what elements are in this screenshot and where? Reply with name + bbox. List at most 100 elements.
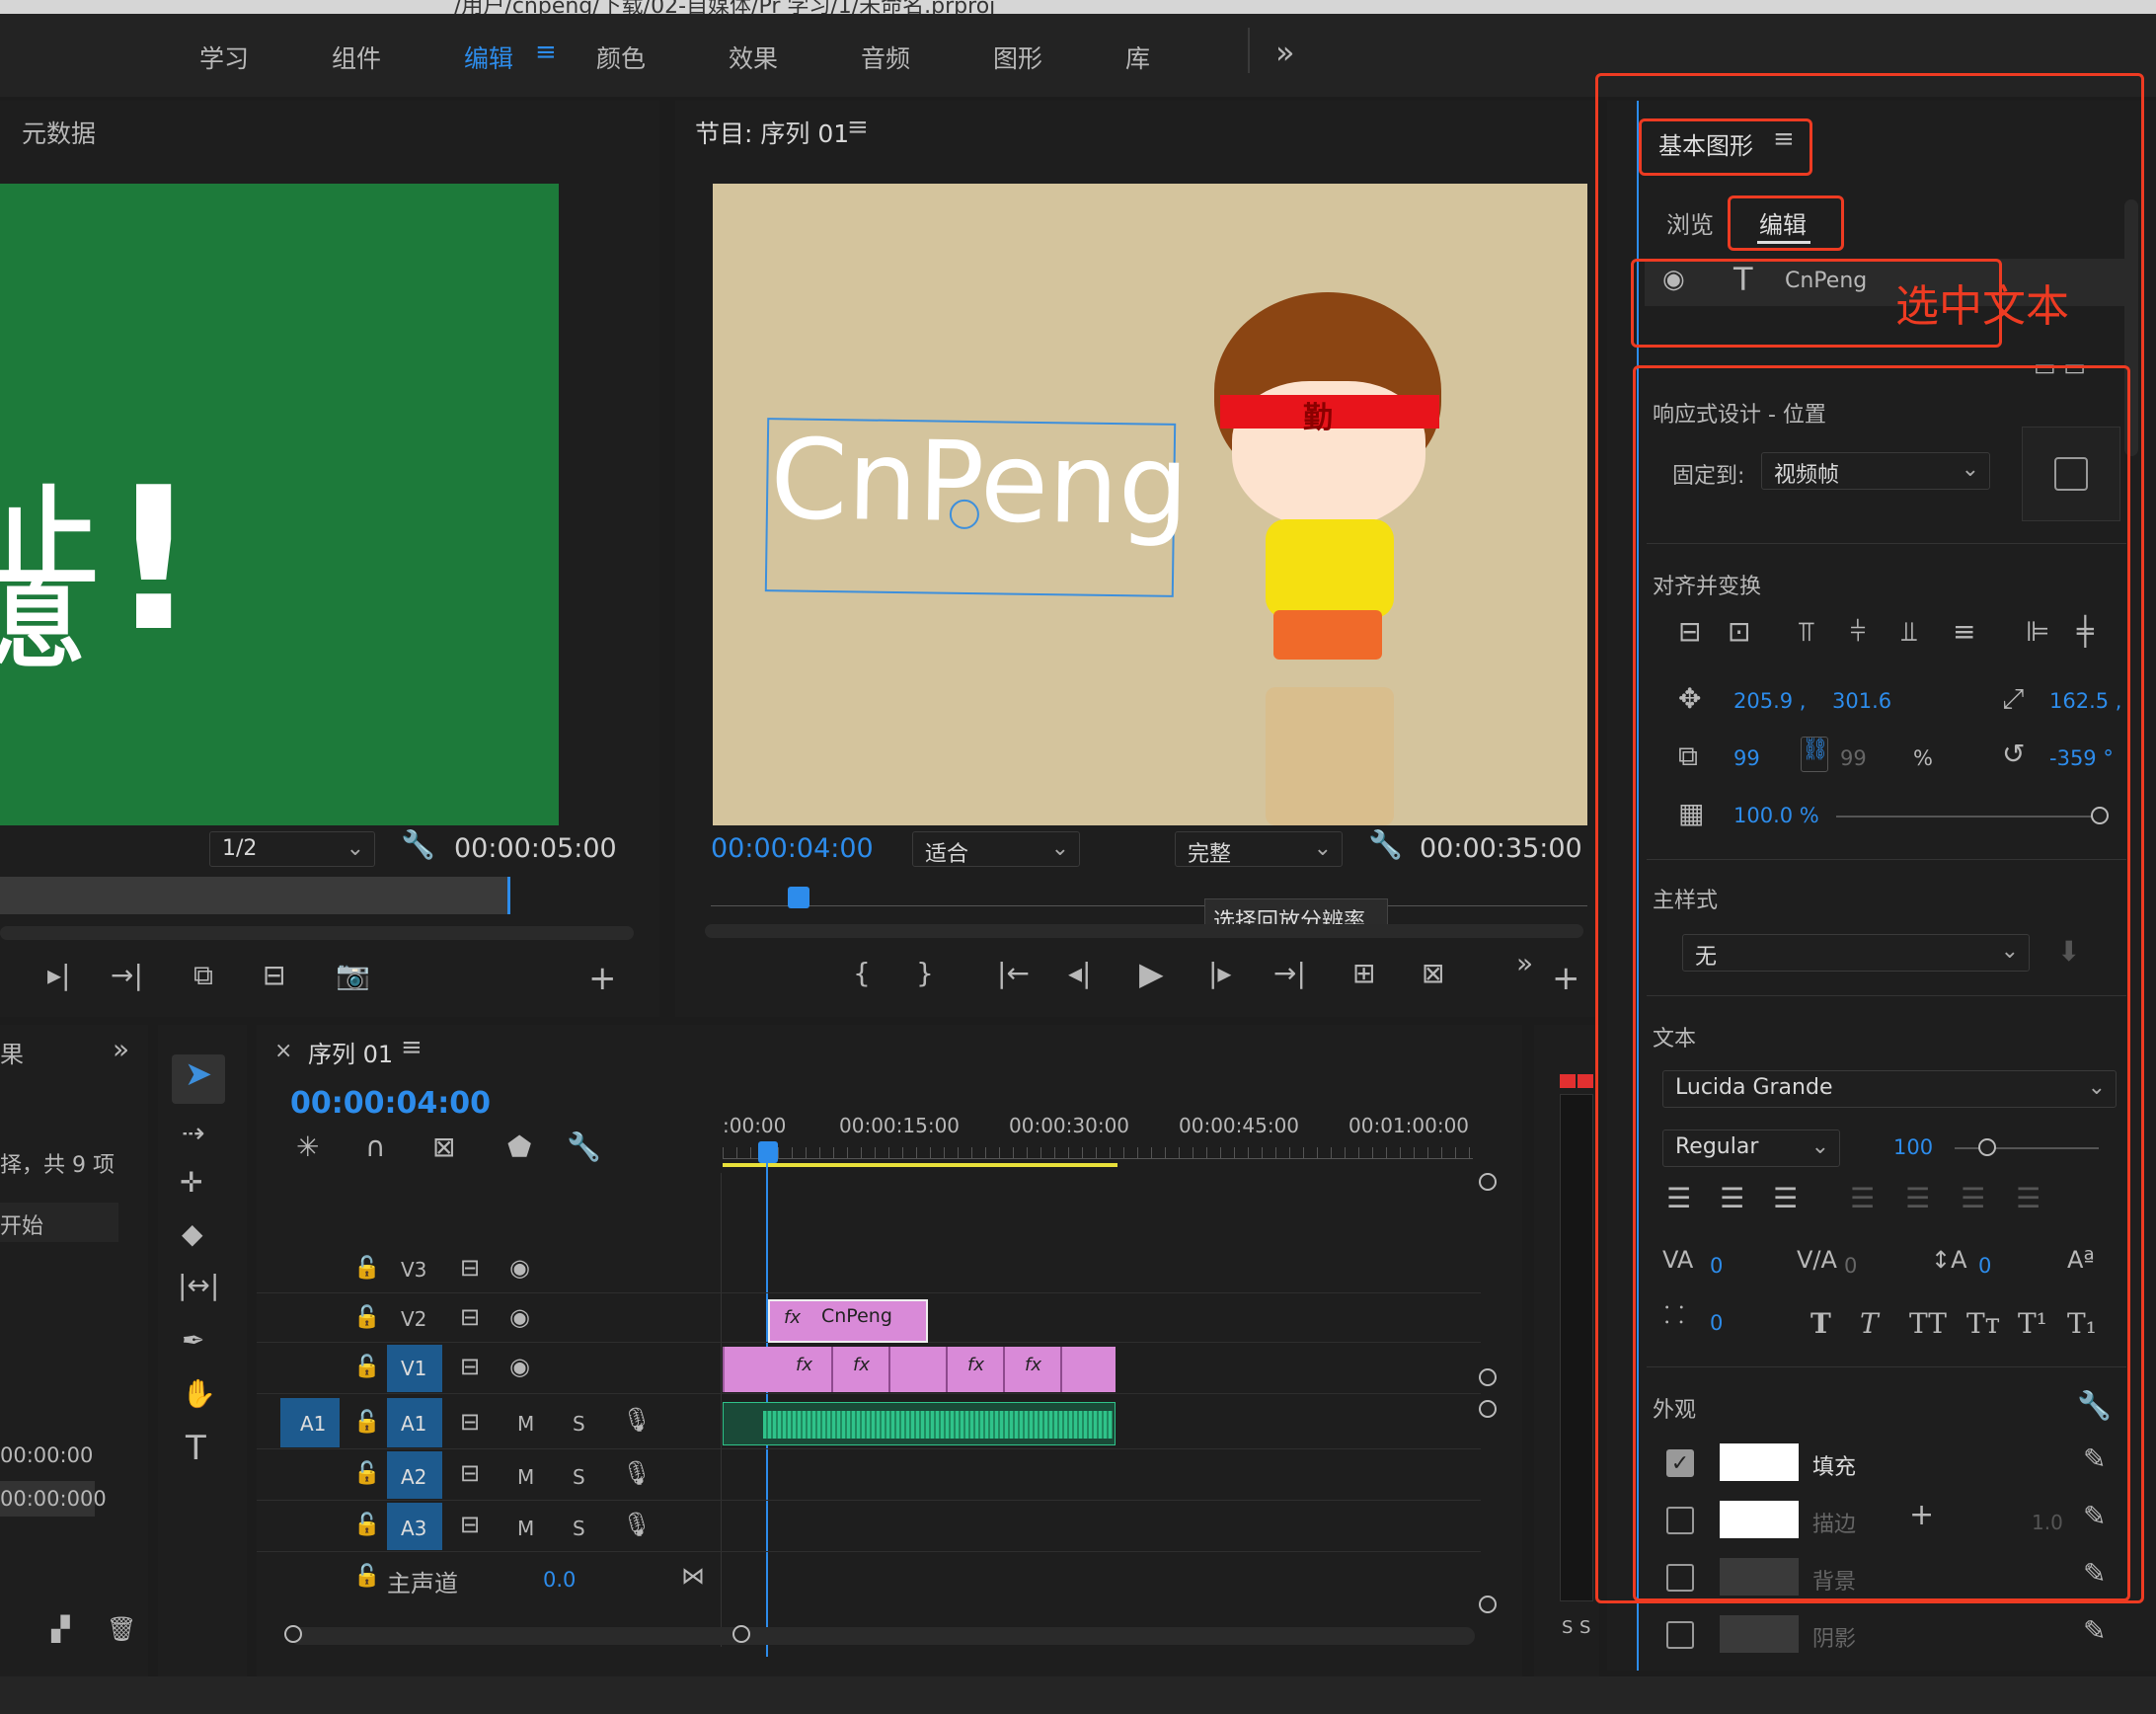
quality-select[interactable]: 完整 ⌄ — [1175, 831, 1343, 867]
track-label-a3[interactable]: A3 — [401, 1517, 426, 1540]
lock-icon[interactable]: 🔓 — [353, 1513, 380, 1537]
source-zoom-bar[interactable] — [0, 926, 634, 940]
wrench-icon[interactable]: 🔧 — [401, 831, 435, 859]
track-label-a1[interactable]: A1 — [401, 1412, 426, 1436]
linked-selection-icon[interactable]: ⊠ — [432, 1133, 455, 1161]
workspace-assembly[interactable]: 组件 — [332, 39, 381, 75]
lock-icon[interactable]: 🔓 — [353, 1410, 380, 1435]
mute-button[interactable]: M — [517, 1465, 534, 1489]
step-forward-icon[interactable]: ▸| — [47, 962, 71, 989]
lock-icon[interactable]: 🔓 — [353, 1564, 380, 1589]
row-start-2[interactable]: 00:00:000 — [0, 1487, 107, 1511]
program-tab[interactable]: 节目: 序列 01 — [695, 115, 849, 150]
add-button-icon[interactable]: + — [1552, 962, 1580, 995]
mic-icon[interactable]: 🎙 — [622, 1459, 652, 1487]
source-label-a1[interactable]: A1 — [300, 1412, 326, 1436]
lift-icon[interactable]: ⊞ — [1352, 960, 1375, 987]
eye-icon[interactable]: ◉ — [509, 1353, 530, 1380]
go-to-out-icon[interactable]: →| — [1273, 960, 1306, 987]
sync-lock-icon[interactable]: ⊟ — [460, 1254, 480, 1282]
more-controls-icon[interactable]: » — [1516, 950, 1533, 977]
solo-left[interactable]: S — [1562, 1617, 1573, 1638]
workspace-learn[interactable]: 学习 — [199, 39, 249, 75]
program-playhead[interactable] — [788, 887, 809, 908]
track-select-icon[interactable]: ⇢ — [182, 1120, 204, 1147]
sync-lock-icon[interactable]: ⊟ — [460, 1303, 480, 1331]
track-label-v2[interactable]: V2 — [401, 1307, 426, 1331]
type-tool-icon[interactable]: T — [186, 1432, 206, 1465]
mic-icon[interactable]: 🎙 — [622, 1406, 652, 1434]
program-zoom-bar[interactable] — [705, 924, 1583, 938]
workspace-graphics[interactable]: 图形 — [993, 39, 1042, 75]
go-to-in-icon[interactable]: |← — [997, 960, 1030, 987]
step-forward-icon[interactable]: |▸ — [1208, 960, 1232, 987]
master-volume[interactable]: 0.0 — [543, 1568, 576, 1592]
sequence-tab[interactable]: 序列 01 — [308, 1035, 393, 1069]
lock-icon[interactable]: 🔓 — [353, 1355, 380, 1379]
timeline-timecode[interactable]: 00:00:04:00 — [290, 1086, 491, 1121]
mute-button[interactable]: M — [517, 1517, 534, 1540]
mark-out-icon[interactable]: } — [916, 960, 934, 987]
new-bin-icon[interactable]: ▞ — [51, 1617, 69, 1641]
v-scroll-handle[interactable] — [1479, 1368, 1497, 1386]
track-label-v1[interactable]: V1 — [401, 1357, 426, 1380]
work-area-bar[interactable] — [723, 1163, 1117, 1167]
play-icon[interactable]: ▶ — [1139, 958, 1164, 989]
pen-icon[interactable]: ✒ — [182, 1327, 204, 1355]
source-scrubber[interactable] — [0, 877, 509, 914]
solo-button[interactable]: S — [573, 1412, 585, 1436]
more-workspaces-icon[interactable]: » — [1275, 34, 1295, 71]
panel-menu-icon[interactable]: ≡ — [401, 1033, 423, 1062]
text-clip[interactable]: fx CnPeng — [768, 1299, 928, 1343]
lock-icon[interactable]: 🔓 — [353, 1305, 380, 1330]
sync-lock-icon[interactable]: ⊟ — [460, 1511, 480, 1538]
solo-right[interactable]: S — [1579, 1617, 1590, 1638]
mic-icon[interactable]: 🎙 — [622, 1511, 652, 1538]
sync-lock-icon[interactable]: ⊟ — [460, 1459, 480, 1487]
fit-select[interactable]: 适合 ⌄ — [912, 831, 1080, 867]
source-timecode[interactable]: 00:00:05:00 — [454, 833, 617, 864]
insert-icon[interactable]: ⧉ — [193, 962, 213, 989]
scroll-handle-right[interactable] — [732, 1625, 750, 1643]
lock-icon[interactable]: 🔓 — [353, 1461, 380, 1486]
mute-button[interactable]: M — [517, 1412, 534, 1436]
wrench-icon[interactable]: 🔧 — [1368, 831, 1403, 859]
v-scroll-handle[interactable] — [1479, 1173, 1497, 1191]
sync-lock-icon[interactable]: ⊟ — [460, 1353, 480, 1380]
timeline-playhead-handle[interactable] — [758, 1141, 778, 1163]
workspace-effects[interactable]: 效果 — [729, 39, 778, 75]
close-tab-icon[interactable]: × — [274, 1039, 292, 1063]
lock-icon[interactable]: 🔓 — [353, 1256, 380, 1281]
source-resolution-select[interactable]: 1/2 ⌄ — [209, 831, 375, 867]
wrench-icon[interactable]: 🔧 — [567, 1133, 601, 1161]
trash-icon[interactable]: 🗑 — [107, 1617, 136, 1641]
more-panels-icon[interactable]: » — [113, 1033, 129, 1065]
v-scroll-handle[interactable] — [1479, 1400, 1497, 1418]
track-label-v3[interactable]: V3 — [401, 1258, 426, 1282]
metadata-tab[interactable]: 元数据 — [22, 115, 96, 150]
export-frame-icon[interactable]: 📷 — [336, 962, 370, 989]
program-timecode[interactable]: 00:00:04:00 — [711, 833, 874, 864]
snap-icon[interactable]: ✳ — [296, 1133, 319, 1161]
hand-icon[interactable]: ✋ — [182, 1380, 216, 1408]
workspace-color[interactable]: 颜色 — [596, 39, 646, 75]
shadow-color-swatch[interactable] — [1720, 1615, 1799, 1653]
workspace-menu-icon[interactable]: ≡ — [535, 38, 557, 67]
timeline-h-scrollbar[interactable] — [290, 1627, 1475, 1645]
workspace-editing[interactable]: 编辑 — [464, 39, 513, 75]
track-label-a2[interactable]: A2 — [401, 1465, 426, 1489]
ruler-ticks[interactable] — [723, 1147, 1473, 1159]
razor-icon[interactable]: ◆ — [182, 1220, 203, 1248]
workspace-audio[interactable]: 音频 — [861, 39, 910, 75]
shadow-checkbox[interactable] — [1666, 1621, 1694, 1649]
v-scroll-handle[interactable] — [1479, 1596, 1497, 1613]
source-playhead[interactable] — [507, 877, 510, 914]
solo-button[interactable]: S — [573, 1517, 585, 1540]
solo-button[interactable]: S — [573, 1465, 585, 1489]
slip-icon[interactable]: |↔| — [178, 1272, 219, 1299]
go-to-out-icon[interactable]: →| — [111, 962, 143, 989]
mark-in-icon[interactable]: { — [853, 960, 871, 987]
workspace-libraries[interactable]: 库 — [1125, 39, 1150, 75]
magnet-icon[interactable]: ∩ — [365, 1133, 386, 1161]
text-bounding-box[interactable]: CnPeng — [764, 416, 1190, 597]
